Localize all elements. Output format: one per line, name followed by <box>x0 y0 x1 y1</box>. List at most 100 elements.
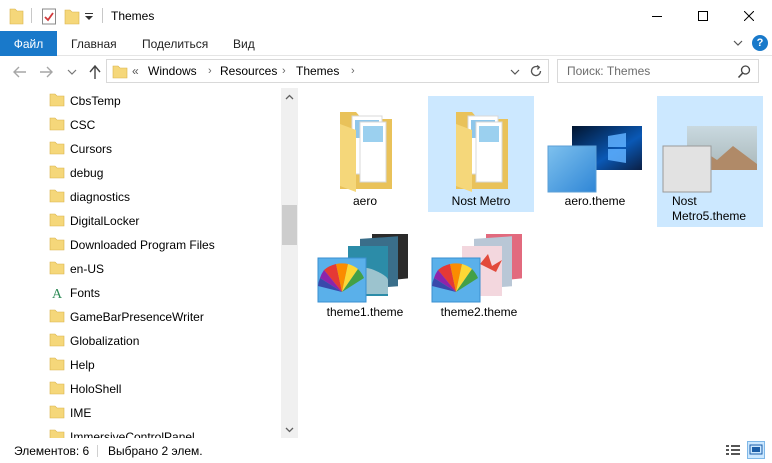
file-view: aero Nost Metro aero.theme Nost Metro5.t… <box>298 88 772 438</box>
address-bar[interactable]: « Windows › Resources › Themes › <box>106 59 549 83</box>
theme-preview-icon <box>662 126 757 193</box>
properties-icon[interactable] <box>41 7 57 25</box>
folder-icon <box>49 333 65 347</box>
file-item[interactable]: theme1.theme <box>312 228 418 322</box>
toolbar-separator <box>102 8 103 23</box>
status-separator <box>97 445 98 457</box>
address-overflow[interactable]: « <box>132 64 139 78</box>
details-view-button[interactable] <box>725 442 741 458</box>
tree-item-label: en-US <box>70 262 105 276</box>
folder-icon <box>49 141 65 155</box>
tree-item-label: diagnostics <box>70 190 131 204</box>
folder-icon <box>49 429 65 438</box>
recent-locations-button[interactable] <box>66 63 82 81</box>
scroll-down-button[interactable] <box>281 421 298 438</box>
minimize-icon <box>652 15 662 17</box>
breadcrumb-windows[interactable]: Windows <box>148 64 197 78</box>
close-button[interactable] <box>726 0 772 31</box>
folder-icon <box>49 165 65 179</box>
customize-toolbar-icon[interactable] <box>84 7 94 25</box>
file-label: Nost Metro <box>451 194 511 208</box>
folder-icon <box>49 381 65 395</box>
search-icon[interactable] <box>737 64 752 79</box>
tree-item[interactable]: IME <box>0 401 280 425</box>
scroll-up-button[interactable] <box>281 88 298 105</box>
refresh-icon <box>530 64 542 77</box>
status-bar: Элементов: 6 Выбрано 2 элем. <box>0 438 772 463</box>
tree-item-label: HoloShell <box>70 382 122 396</box>
tree-item[interactable]: Help <box>0 353 280 377</box>
file-item[interactable]: aero <box>312 96 418 212</box>
chevron-right-icon[interactable]: › <box>282 65 286 77</box>
back-button[interactable] <box>12 63 28 81</box>
folder-icon <box>49 405 65 419</box>
tree-item-label: GameBarPresenceWriter <box>70 310 204 324</box>
search-input[interactable] <box>559 61 729 81</box>
tree-item-label: ImmersiveControlPanel <box>70 430 195 438</box>
tree-item[interactable]: A Fonts <box>0 281 280 305</box>
chevron-right-icon[interactable]: › <box>351 65 355 77</box>
folder-icon <box>49 93 65 107</box>
file-label: aero <box>352 194 378 208</box>
tree-item-label: CbsTemp <box>70 94 121 108</box>
minimize-button[interactable] <box>634 0 680 31</box>
tab-view[interactable]: Вид <box>233 37 255 51</box>
folder-icon <box>340 112 392 192</box>
tree-item[interactable]: GameBarPresenceWriter <box>0 305 280 329</box>
help-button[interactable]: ? <box>752 35 768 51</box>
tree-item[interactable]: CSC <box>0 113 280 137</box>
tree-item[interactable]: en-US <box>0 257 280 281</box>
arrow-right-icon <box>40 66 53 78</box>
folder-icon <box>9 7 24 25</box>
tree-item[interactable]: ImmersiveControlPanel <box>0 425 280 438</box>
address-history-button[interactable] <box>510 66 520 80</box>
large-icons-view-button[interactable] <box>747 441 765 459</box>
tab-file[interactable]: Файл <box>0 31 57 56</box>
maximize-icon <box>698 10 708 21</box>
tree-item[interactable]: DigitalLocker <box>0 209 280 233</box>
scrollbar-thumb[interactable] <box>282 205 297 245</box>
ribbon-tabs: Файл Главная Поделиться Вид ? <box>0 31 772 56</box>
folder-icon <box>49 309 65 323</box>
tree-item[interactable]: Globalization <box>0 329 280 353</box>
breadcrumb-themes[interactable]: Themes <box>296 64 339 78</box>
chevron-down-icon <box>510 69 520 75</box>
tree-item[interactable]: Cursors <box>0 137 280 161</box>
arrow-left-icon <box>13 66 26 78</box>
expand-ribbon-icon[interactable] <box>731 36 745 50</box>
folder-icon <box>49 213 65 227</box>
folder-icon <box>49 117 65 131</box>
file-item[interactable]: aero.theme <box>542 96 648 212</box>
tree-item[interactable]: CbsTemp <box>0 89 280 113</box>
theme-preview-icon <box>431 234 522 303</box>
close-icon <box>744 10 754 21</box>
maximize-button[interactable] <box>680 0 726 31</box>
breadcrumb-resources[interactable]: Resources <box>220 64 277 78</box>
file-item[interactable]: Nost Metro <box>428 96 534 212</box>
file-item[interactable]: Nost Metro5.theme <box>657 96 763 227</box>
up-button[interactable] <box>87 63 103 81</box>
chevron-down-icon <box>67 69 77 75</box>
arrow-up-icon <box>89 64 101 79</box>
theme-preview-icon <box>317 234 408 303</box>
folder-icon <box>112 64 128 82</box>
file-item[interactable]: theme2.theme <box>426 228 532 322</box>
new-folder-icon[interactable] <box>64 7 80 25</box>
navigation-pane: CbsTemp CSC Cursors debug diagnostics Digital… <box>0 88 298 438</box>
tree-item[interactable]: Downloaded Program Files <box>0 233 280 257</box>
tree-item-label: Help <box>70 358 95 372</box>
toolbar-separator <box>31 8 32 23</box>
tab-share[interactable]: Поделиться <box>142 37 208 51</box>
forward-button[interactable] <box>38 63 54 81</box>
chevron-right-icon[interactable]: › <box>208 65 212 77</box>
tree-item[interactable]: HoloShell <box>0 377 280 401</box>
tree-scrollbar[interactable] <box>281 88 298 438</box>
refresh-button[interactable] <box>528 63 544 79</box>
tab-home[interactable]: Главная <box>71 37 117 51</box>
file-label: Nost Metro5.theme <box>672 194 747 223</box>
search-box[interactable] <box>557 59 759 83</box>
tree-item[interactable]: diagnostics <box>0 185 280 209</box>
tree-item[interactable]: debug <box>0 161 280 185</box>
tree-item-label: Globalization <box>70 334 140 348</box>
tree-item-label: Fonts <box>70 286 101 300</box>
